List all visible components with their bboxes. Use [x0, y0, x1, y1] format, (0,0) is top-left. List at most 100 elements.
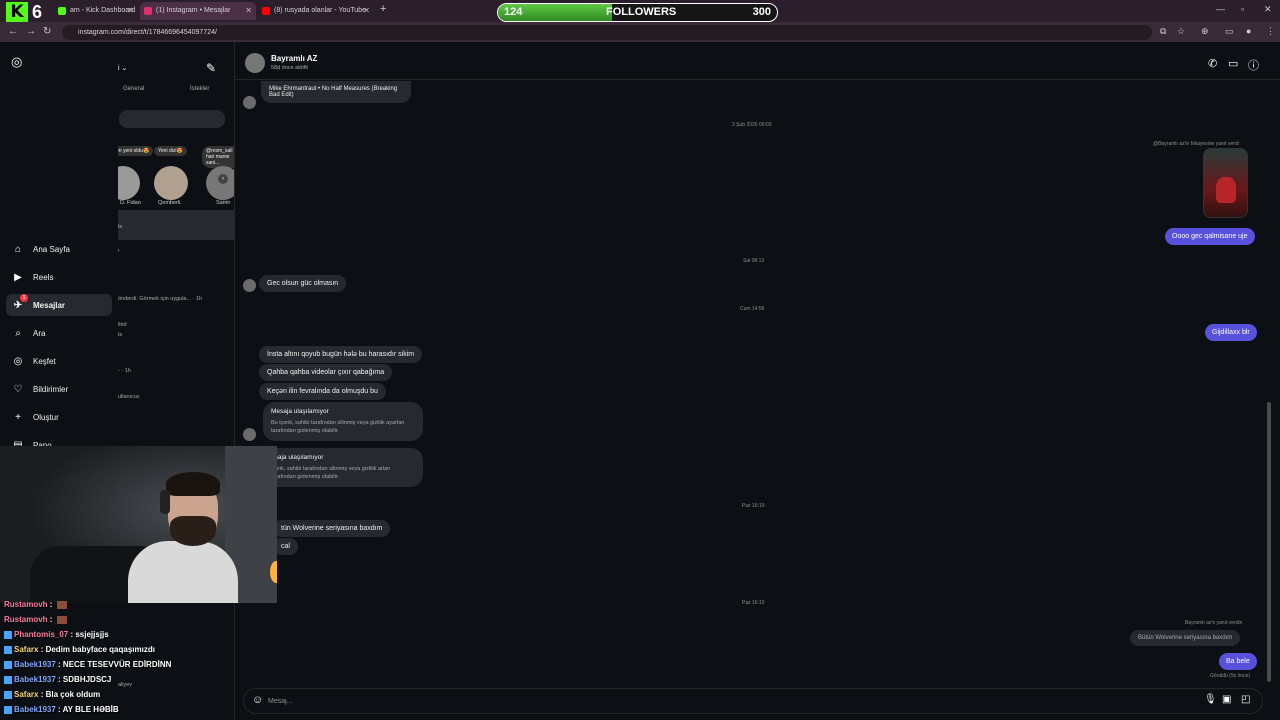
chat-username[interactable]: Safarx	[14, 645, 38, 654]
kick-logo: K	[6, 2, 28, 22]
close-icon[interactable]: ✕	[245, 2, 252, 20]
incoming-message[interactable]: Keçən ilin fevralında da olmuşdu bu	[259, 383, 386, 400]
emoji-icon[interactable]: ☺	[252, 694, 263, 706]
tab-instagram[interactable]: (1) Instagram • Mesajlar ✕	[140, 2, 256, 20]
tab-kick-dashboard[interactable]: am - Kick Dashboard ✕	[54, 2, 138, 20]
account-switcher[interactable]: i ⌄	[118, 64, 127, 72]
selected-conversation[interactable]: ts	[118, 210, 234, 240]
chat-text: NECE TESEVVÜR EDİRDİNN	[62, 660, 172, 669]
reload-icon[interactable]: ↻	[43, 26, 51, 37]
followers-label: FOLLOWERS	[606, 6, 677, 18]
chat-separator: :	[38, 645, 46, 654]
conversation-snippet: ullanıcısı	[118, 394, 140, 400]
maximize-icon[interactable]: ▫	[1241, 4, 1244, 14]
avatar	[243, 279, 256, 292]
close-icon[interactable]: ✕	[127, 2, 134, 20]
chat-username[interactable]: Safarx	[14, 690, 38, 699]
sidebar-item-label: Keşfet	[33, 356, 56, 366]
incoming-message[interactable]: İnsta altını qoyub bugün hələ bu harasıd…	[259, 346, 423, 363]
sidebar-item-mesajlar[interactable]: ✈ 1 Mesajlar	[6, 294, 112, 316]
browser-tab-bar: K 6 am - Kick Dashboard ✕ (1) Instagram …	[0, 0, 1280, 22]
microphone-icon[interactable]: 🎙	[1204, 694, 1217, 705]
chat-username[interactable]: Phantomis_07	[14, 630, 68, 639]
webcam-headset	[160, 490, 170, 514]
chat-username[interactable]: Rustamovh	[4, 615, 48, 624]
chat-username[interactable]: Babek1937	[14, 660, 56, 669]
timestamp: Cum 14:56	[740, 306, 765, 312]
chat-header: Bayramlı AZ 58d önce aktifti ✆ ▭ ⓘ	[235, 42, 1280, 80]
chevron-right-icon[interactable]: ›	[218, 174, 228, 184]
quoted-message: Bütün Wolverine seriyasına baxdım	[1130, 630, 1241, 646]
tab-title: (8) rusyada olanlar - YouTube	[274, 7, 366, 14]
avatar[interactable]	[245, 53, 265, 73]
sidebar-item-keşfet[interactable]: ◎ Keşfet	[6, 350, 112, 372]
chat-contact-status: 58d önce aktifti	[271, 65, 308, 71]
chat-badge-icon	[4, 675, 12, 684]
url-field[interactable]: instagram.com/direct/t/17846696454097724…	[62, 25, 1152, 40]
extensions-icon[interactable]: ⊕	[1201, 26, 1209, 37]
install-icon[interactable]: ⧉	[1160, 26, 1166, 37]
chat-separator: :	[55, 660, 63, 669]
chat-message: Rustamovh :	[4, 615, 67, 624]
incoming-message[interactable]: Gec olsun güc olmasın	[259, 275, 347, 292]
avatar[interactable]	[118, 166, 140, 200]
image-icon[interactable]: ▣	[1222, 694, 1231, 705]
chat-text: Bla çok oldum	[45, 690, 101, 699]
scrollbar[interactable]	[1267, 402, 1271, 682]
notification-badge: 1	[20, 294, 28, 302]
sidebar-item-bildirimler[interactable]: ♡ Bildirimler	[6, 378, 112, 400]
sidebar-item-oluştur[interactable]: + Oluştur	[6, 406, 112, 428]
minimize-icon[interactable]: —	[1216, 4, 1225, 14]
avatar[interactable]	[154, 166, 188, 200]
conversation-snippet: ts	[118, 224, 123, 230]
close-window-icon[interactable]: ✕	[1264, 4, 1272, 15]
chat-message: Rustamovh :	[4, 600, 67, 609]
menu-icon[interactable]: ⋮	[1266, 26, 1275, 37]
chat-username[interactable]: Babek1937	[14, 705, 56, 714]
sidebar-item-ana-sayfa[interactable]: ⌂ Ana Sayfa	[6, 238, 112, 260]
video-call-icon[interactable]: ▭	[1228, 57, 1238, 70]
chat-separator: :	[47, 600, 55, 609]
phone-icon[interactable]: ✆	[1208, 57, 1217, 70]
sidebar-item-ara[interactable]: ⌕ Ara	[6, 322, 112, 344]
timestamp: Paz 16:10	[742, 600, 765, 606]
chat-message: Safarx : Bla çok oldum	[4, 690, 100, 699]
forward-icon[interactable]: →	[26, 26, 36, 37]
tab-general[interactable]: General	[123, 86, 144, 92]
shared-reel-caption[interactable]: Mike Ehrmantraut • No Half Measures (Bre…	[261, 81, 411, 103]
conversation-snippet: - · 1h	[118, 368, 131, 374]
chat-contact-name[interactable]: Bayramlı AZ	[271, 54, 317, 63]
outgoing-message[interactable]: Oooo gec qalmisane uje	[1165, 228, 1255, 245]
bookmark-star-icon[interactable]: ☆	[1177, 26, 1185, 37]
inbox-search-input[interactable]	[119, 110, 225, 128]
chat-username[interactable]: Rustamovh	[4, 600, 48, 609]
sticker-icon[interactable]: ◰	[1241, 694, 1250, 705]
outgoing-message[interactable]: Gijdillaxx blr	[1205, 324, 1257, 341]
outgoing-message[interactable]: Ba bele	[1219, 653, 1257, 670]
webcam-streamer-beard	[170, 516, 216, 546]
webcam-light	[270, 561, 277, 583]
info-icon[interactable]: ⓘ	[1248, 57, 1259, 73]
story-reply-note: @Bayramlı az'in hikayesine yanıt verdi	[1153, 141, 1239, 147]
tab-youtube[interactable]: (8) rusyada olanlar - YouTube ✕	[258, 2, 374, 20]
chat-message: Safarx : Dedim babyface qaqaşımızdı	[4, 645, 155, 654]
message-composer: ☺ 🎙 ▣ ◰	[243, 688, 1263, 714]
webcam-streamer-body	[128, 541, 238, 603]
close-icon[interactable]: ✕	[363, 2, 370, 20]
profile-avatar-icon[interactable]: ●	[1246, 26, 1251, 36]
chat-username[interactable]: Babek1937	[14, 675, 56, 684]
story-thumbnail[interactable]	[1203, 148, 1248, 218]
sidepanel-icon[interactable]: ▭	[1225, 26, 1234, 37]
compose-icon[interactable]: ✎	[206, 61, 216, 75]
incoming-message[interactable]: Qahba qahba videolar çıxır qabağıma	[259, 364, 393, 381]
new-tab-button[interactable]: +	[380, 3, 386, 15]
instagram-logo-icon[interactable]: ◎	[11, 54, 22, 70]
message-input[interactable]	[268, 694, 1168, 708]
back-icon[interactable]: ←	[8, 26, 18, 37]
tab-requests[interactable]: İstekler	[190, 86, 209, 92]
sidebar-item-reels[interactable]: ▶ Reels	[6, 266, 112, 288]
incoming-message[interactable]: tün Wolverine seriyasına baxdım	[273, 520, 391, 537]
webcam-streamer-hair	[166, 472, 220, 496]
instagram-tab-icon	[144, 7, 152, 15]
home-icon: ⌂	[14, 243, 22, 255]
